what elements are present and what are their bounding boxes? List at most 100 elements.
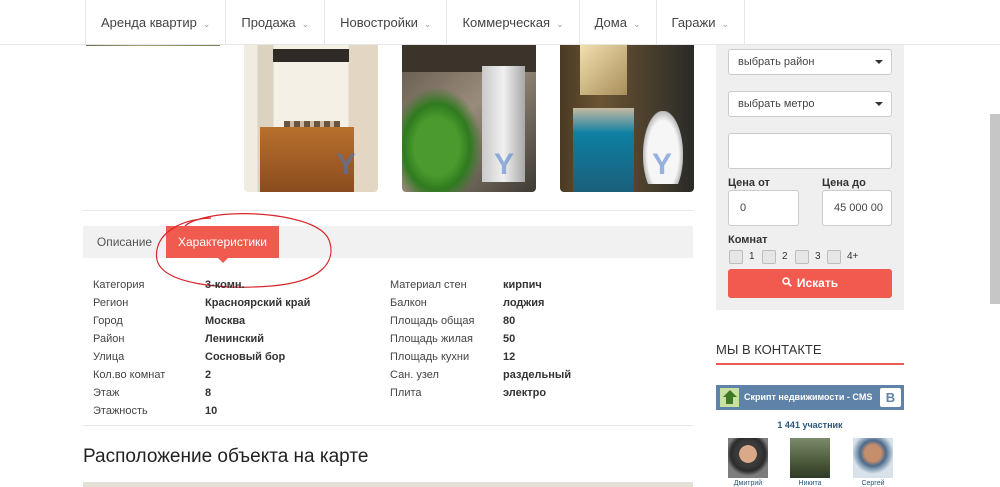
property-key: Район — [93, 333, 125, 345]
property-row: Категория 3-комн. — [93, 276, 310, 294]
house-logo-icon — [720, 388, 739, 407]
price-to-label: Цена до — [822, 177, 866, 189]
property-key: Категория — [93, 279, 145, 291]
avatar[interactable] — [853, 438, 893, 478]
metro-select[interactable]: выбрать метро — [728, 91, 892, 117]
property-value: Сосновый бор — [205, 351, 286, 363]
tab-description[interactable]: Описание — [83, 226, 166, 258]
property-value: Красноярский край — [205, 297, 311, 309]
nav-item-newbuildings[interactable]: Новостройки ⌄ — [325, 0, 448, 45]
property-key: Материал стен — [390, 279, 467, 291]
property-value: 10 — [205, 405, 218, 417]
property-value: 3-комн. — [205, 279, 245, 291]
property-key: Площадь жилая — [390, 333, 473, 345]
watermark-logo: Y — [335, 148, 356, 181]
price-from-input[interactable]: 0 — [728, 190, 799, 226]
property-row: Этаж 8 — [93, 384, 310, 402]
rooms-option-label: 2 — [782, 251, 788, 262]
divider — [716, 363, 904, 365]
member-name[interactable]: Сергей — [848, 480, 898, 487]
property-row: Площадь общая 80 — [390, 312, 571, 330]
rooms-checkbox-1[interactable] — [729, 250, 743, 264]
rooms-option-label: 1 — [749, 251, 755, 262]
member-name[interactable]: Дмитрий — [723, 480, 773, 487]
property-key: Регион — [93, 297, 129, 309]
photo-detail — [580, 42, 627, 95]
map-embed[interactable] — [83, 482, 693, 487]
watermark-logo: Y — [493, 148, 514, 181]
property-key: Площадь кухни — [390, 351, 470, 363]
property-row: Сан. узел раздельный — [390, 366, 571, 384]
property-key: Балкон — [390, 297, 427, 309]
map-section-title: Расположение объекта на карте — [83, 446, 369, 467]
member-name[interactable]: Никита — [785, 480, 835, 487]
properties-left: Категория 3-комн. Регион Красноярский край… — [93, 276, 310, 420]
watermark-logo: Y — [651, 148, 672, 181]
rooms-checkbox-2[interactable] — [762, 250, 776, 264]
chevron-down-icon: ⌄ — [632, 19, 641, 29]
chevron-down-icon: ⌄ — [721, 19, 730, 29]
chevron-down-icon: ⌄ — [556, 19, 564, 29]
property-key: Кол.во комнат — [93, 369, 166, 381]
vk-logo-icon: B — [880, 388, 901, 407]
property-key: Город — [93, 315, 123, 327]
district-select[interactable]: выбрать район — [728, 49, 892, 75]
chevron-down-icon: ⌄ — [423, 19, 432, 29]
property-row: Регион Красноярский край — [93, 294, 310, 312]
property-row: Материал стен кирпич — [390, 276, 571, 294]
property-value: 50 — [503, 333, 516, 345]
property-row: Площадь кухни 12 — [390, 348, 571, 366]
nav-item-houses[interactable]: Дома ⌄ — [580, 0, 657, 45]
divider — [83, 210, 693, 211]
property-key: Этаж — [93, 387, 120, 399]
gallery-photo-bathroom[interactable]: Y — [560, 30, 694, 192]
search-button[interactable]: Искать — [728, 269, 892, 298]
keyword-input[interactable] — [728, 133, 892, 169]
property-row: Плита электро — [390, 384, 571, 402]
nav-item-garages[interactable]: Гаражи ⌄ — [657, 0, 746, 45]
rooms-option-label: 3 — [815, 251, 821, 262]
vk-section-title: МЫ В КОНТАКТЕ — [716, 342, 822, 357]
properties-right: Материал стен кирпич Балкон лоджия Площадь… — [390, 276, 571, 402]
nav-item-rent[interactable]: Аренда квартир ⌄ — [86, 0, 227, 45]
rooms-label: Комнат — [728, 234, 768, 246]
gallery-photo-kitchen[interactable]: Y — [402, 30, 536, 192]
property-key: Площадь общая — [390, 315, 475, 327]
property-key: Сан. узел — [390, 369, 439, 381]
property-row: Кол.во комнат 2 — [93, 366, 310, 384]
property-value: 2 — [205, 369, 212, 381]
property-key: Этажность — [93, 405, 148, 417]
caret-down-icon — [875, 102, 883, 106]
nav-items: Аренда квартир ⌄ Продажа ⌄ Новостройки ⌄ Ко… — [85, 0, 746, 45]
top-nav: Аренда квартир ⌄ Продажа ⌄ Новостройки ⌄ Ко… — [0, 0, 1000, 45]
rooms-option-label: 4+ — [847, 251, 859, 262]
price-from-label: Цена от — [728, 177, 770, 189]
chevron-down-icon: ⌄ — [301, 19, 310, 29]
caret-down-icon — [875, 60, 883, 64]
property-row: Город Москва — [93, 312, 310, 330]
property-row: Улица Сосновый бор — [93, 348, 310, 366]
vk-group-header[interactable]: Скрипт недвижимости - CMS B — [716, 385, 904, 410]
nav-item-commercial[interactable]: Коммерческая ⌄ — [447, 0, 580, 45]
rooms-checkbox-4plus[interactable] — [827, 250, 841, 264]
avatar[interactable] — [728, 438, 768, 478]
photo-detail — [573, 107, 634, 192]
vk-member-count: 1 441 участник — [777, 420, 843, 430]
property-value: раздельный — [503, 369, 572, 381]
photo-detail — [273, 49, 349, 63]
property-key: Плита — [390, 387, 422, 399]
property-value: Ленинский — [205, 333, 265, 345]
tab-characteristics[interactable]: Характеристики — [166, 226, 279, 263]
property-row: Район Ленинский — [93, 330, 310, 348]
property-row: Этажность 10 — [93, 402, 310, 420]
property-row: Балкон лоджия — [390, 294, 571, 312]
property-value: 80 — [503, 315, 516, 327]
rooms-checkbox-3[interactable] — [795, 250, 809, 264]
gallery-photo-hallway[interactable]: Y — [244, 30, 378, 192]
avatar[interactable] — [790, 438, 830, 478]
page-scrollbar[interactable] — [990, 114, 1000, 304]
nav-item-sale[interactable]: Продажа ⌄ — [226, 0, 326, 45]
photo-detail — [402, 78, 490, 192]
price-to-input[interactable]: 45 000 00 — [822, 190, 892, 226]
divider — [83, 425, 693, 426]
